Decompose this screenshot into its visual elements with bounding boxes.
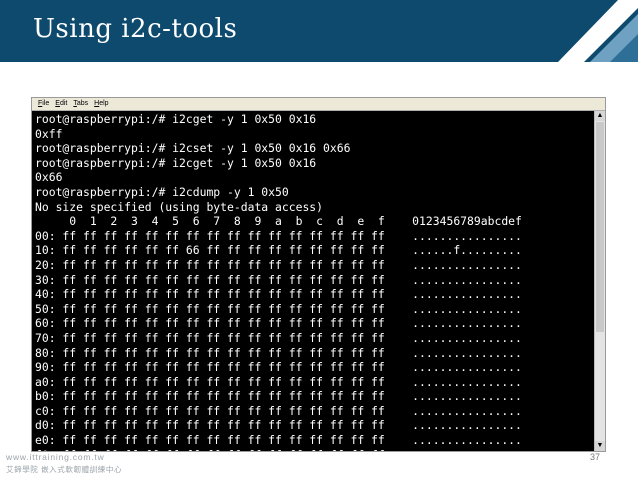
- terminal-line: root@raspberrypi:/# i2cdump -y 1 0x50: [35, 184, 289, 199]
- terminal-line: 40: ff ff ff ff ff ff ff ff ff ff ff ff …: [35, 287, 522, 302]
- page-number: 37: [589, 452, 600, 462]
- terminal-line: 50: ff ff ff ff ff ff ff ff ff ff ff ff …: [35, 301, 522, 316]
- terminal-line: 10: ff ff ff ff ff ff 66 ff ff ff ff ff …: [35, 243, 522, 258]
- terminal-line: No size specified (using byte-data acces…: [35, 199, 324, 214]
- terminal-line: 0x66: [35, 170, 63, 185]
- terminal-line: e0: ff ff ff ff ff ff ff ff ff ff ff ff …: [35, 433, 522, 448]
- terminal-line: root@raspberrypi:/# i2cget -y 1 0x50 0x1…: [35, 155, 317, 170]
- terminal-menubar: File Edit Tabs Help: [32, 98, 605, 111]
- terminal-line: 0xff: [35, 126, 63, 141]
- menu-item-help[interactable]: Help: [94, 98, 108, 110]
- scroll-down-arrow-icon[interactable]: ▼: [595, 441, 605, 451]
- terminal-line: root@raspberrypi:/# i2cget -y 1 0x50 0x1…: [35, 112, 317, 126]
- terminal-line: 90: ff ff ff ff ff ff ff ff ff ff ff ff …: [35, 360, 522, 375]
- terminal-window[interactable]: File Edit Tabs Help root@raspberrypi:/# i2c…: [31, 97, 606, 452]
- terminal-scrollbar[interactable]: ▲ ▼: [594, 111, 605, 451]
- terminal-line: 30: ff ff ff ff ff ff ff ff ff ff ff ff …: [35, 272, 522, 287]
- terminal-line: 60: ff ff ff ff ff ff ff ff ff ff ff ff …: [35, 316, 522, 331]
- banner-decoration: [558, 0, 638, 62]
- scroll-up-arrow-icon[interactable]: ▲: [595, 111, 605, 121]
- menu-item-file[interactable]: File: [38, 98, 49, 110]
- scrollbar-thumb[interactable]: [596, 122, 604, 332]
- terminal-line: root@raspberrypi:/# i2cset -y 1 0x50 0x1…: [35, 141, 351, 156]
- menu-item-edit[interactable]: Edit: [55, 98, 67, 110]
- terminal-line: f0: ff ff ff ff ff ff ff ff ff ff ff ff …: [35, 448, 593, 451]
- terminal-line: a0: ff ff ff ff ff ff ff ff ff ff ff ff …: [35, 374, 522, 389]
- menu-item-tabs[interactable]: Tabs: [73, 98, 88, 110]
- footer-url: www.ittraining.com.tw: [6, 452, 105, 462]
- terminal-line: 20: ff ff ff ff ff ff ff ff ff ff ff ff …: [35, 257, 522, 272]
- slide-banner: Using i2c-tools: [0, 0, 638, 62]
- terminal-output[interactable]: root@raspberrypi:/# i2cget -y 1 0x50 0x1…: [35, 112, 593, 451]
- terminal-line: c0: ff ff ff ff ff ff ff ff ff ff ff ff …: [35, 403, 522, 418]
- terminal-line: 00: ff ff ff ff ff ff ff ff ff ff ff ff …: [35, 228, 522, 243]
- footer-organization: 艾鍗學院 嵌入式軟韌體訓練中心: [6, 465, 123, 474]
- terminal-line: b0: ff ff ff ff ff ff ff ff ff ff ff ff …: [35, 389, 522, 404]
- terminal-line: 80: ff ff ff ff ff ff ff ff ff ff ff ff …: [35, 345, 522, 360]
- slide-title: Using i2c-tools: [33, 14, 238, 44]
- terminal-line: 70: ff ff ff ff ff ff ff ff ff ff ff ff …: [35, 330, 522, 345]
- terminal-line: d0: ff ff ff ff ff ff ff ff ff ff ff ff …: [35, 418, 522, 433]
- terminal-line: 0 1 2 3 4 5 6 7 8 9 a b c d e f 01234567…: [35, 214, 522, 229]
